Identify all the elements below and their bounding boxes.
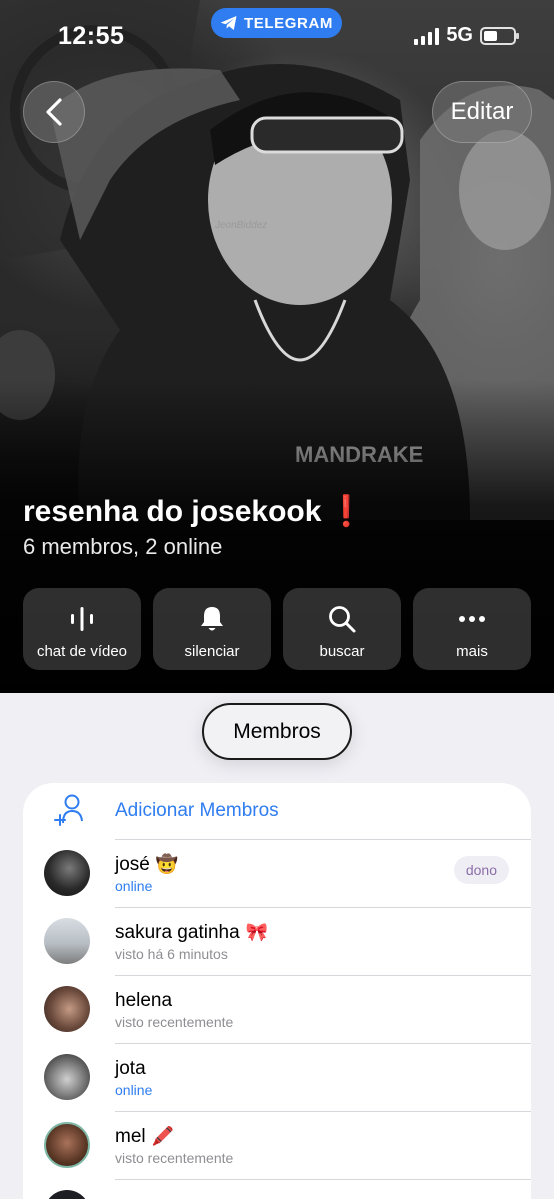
owner-badge: dono — [453, 856, 509, 884]
telegram-icon — [221, 16, 237, 30]
more-button[interactable]: mais — [413, 588, 531, 670]
member-row-partial[interactable] — [23, 1179, 531, 1199]
member-row[interactable]: helena visto recentemente — [23, 975, 531, 1043]
avatar — [44, 850, 90, 896]
member-row[interactable]: jota online — [23, 1043, 531, 1111]
network-type: 5G — [446, 24, 473, 46]
member-status: visto recentemente — [115, 1150, 234, 1166]
member-row[interactable]: sakura gatinha 🎀 visto há 6 minutos — [23, 907, 531, 975]
search-icon — [329, 606, 356, 633]
photo-watermark: JeonBiddez — [214, 220, 267, 231]
signal-icon — [414, 27, 440, 45]
search-button[interactable]: buscar — [283, 588, 401, 670]
avatar — [44, 1122, 90, 1168]
avatar — [44, 1054, 90, 1100]
more-label: mais — [456, 643, 488, 660]
member-name: jota — [115, 1058, 146, 1079]
status-indicators: 5G — [414, 24, 519, 47]
add-member-icon — [54, 794, 83, 826]
video-chat-button[interactable]: chat de vídeo — [23, 588, 141, 670]
member-name: josé 🤠 — [115, 854, 179, 875]
member-list: Adicionar Membros josé 🤠 online dono saku… — [23, 783, 531, 1199]
member-name: helena — [115, 990, 173, 1011]
group-title: resenha do josekook ❗ — [23, 494, 365, 529]
edit-button[interactable]: Editar — [432, 81, 532, 143]
group-photo-header: MANDRAKE JeonBiddez 12:55 TELEGRAM 5G Ed… — [0, 0, 554, 693]
telegram-return-pill[interactable]: TELEGRAM — [211, 8, 342, 38]
bell-icon — [201, 607, 223, 631]
avatar — [44, 1190, 90, 1199]
member-status: visto recentemente — [115, 1014, 234, 1030]
chevron-left-icon — [46, 98, 62, 126]
action-bar: chat de vídeo silenciar buscar mais — [23, 588, 531, 670]
member-status: online — [115, 1082, 153, 1098]
member-status: online — [115, 878, 153, 894]
member-row[interactable]: mel 🖍️ visto recentemente — [23, 1111, 531, 1179]
add-members-button[interactable]: Adicionar Membros — [23, 783, 531, 839]
back-button[interactable] — [23, 81, 85, 143]
member-name: sakura gatinha 🎀 — [115, 922, 269, 943]
group-title-text: resenha do josekook — [23, 495, 322, 528]
group-subtitle: 6 membros, 2 online — [23, 534, 223, 559]
avatar — [44, 918, 90, 964]
battery-icon — [480, 26, 519, 45]
video-chat-label: chat de vídeo — [36, 643, 128, 660]
voice-chat-icon — [71, 607, 93, 631]
mute-button[interactable]: silenciar — [153, 588, 271, 670]
more-icon — [459, 616, 485, 622]
telegram-label: TELEGRAM — [244, 14, 333, 32]
title-mark: ❗ — [327, 495, 365, 528]
avatar — [44, 986, 90, 1032]
search-label: buscar — [319, 643, 365, 660]
tab-members[interactable]: Membros — [202, 703, 352, 760]
add-members-label: Adicionar Membros — [115, 800, 279, 821]
member-name: mel 🖍️ — [115, 1126, 175, 1147]
mute-label: silenciar — [184, 643, 240, 660]
member-row[interactable]: josé 🤠 online dono — [23, 839, 531, 907]
tab-bar: Membros — [0, 693, 554, 783]
member-status: visto há 6 minutos — [115, 946, 228, 962]
status-time: 12:55 — [58, 22, 125, 50]
